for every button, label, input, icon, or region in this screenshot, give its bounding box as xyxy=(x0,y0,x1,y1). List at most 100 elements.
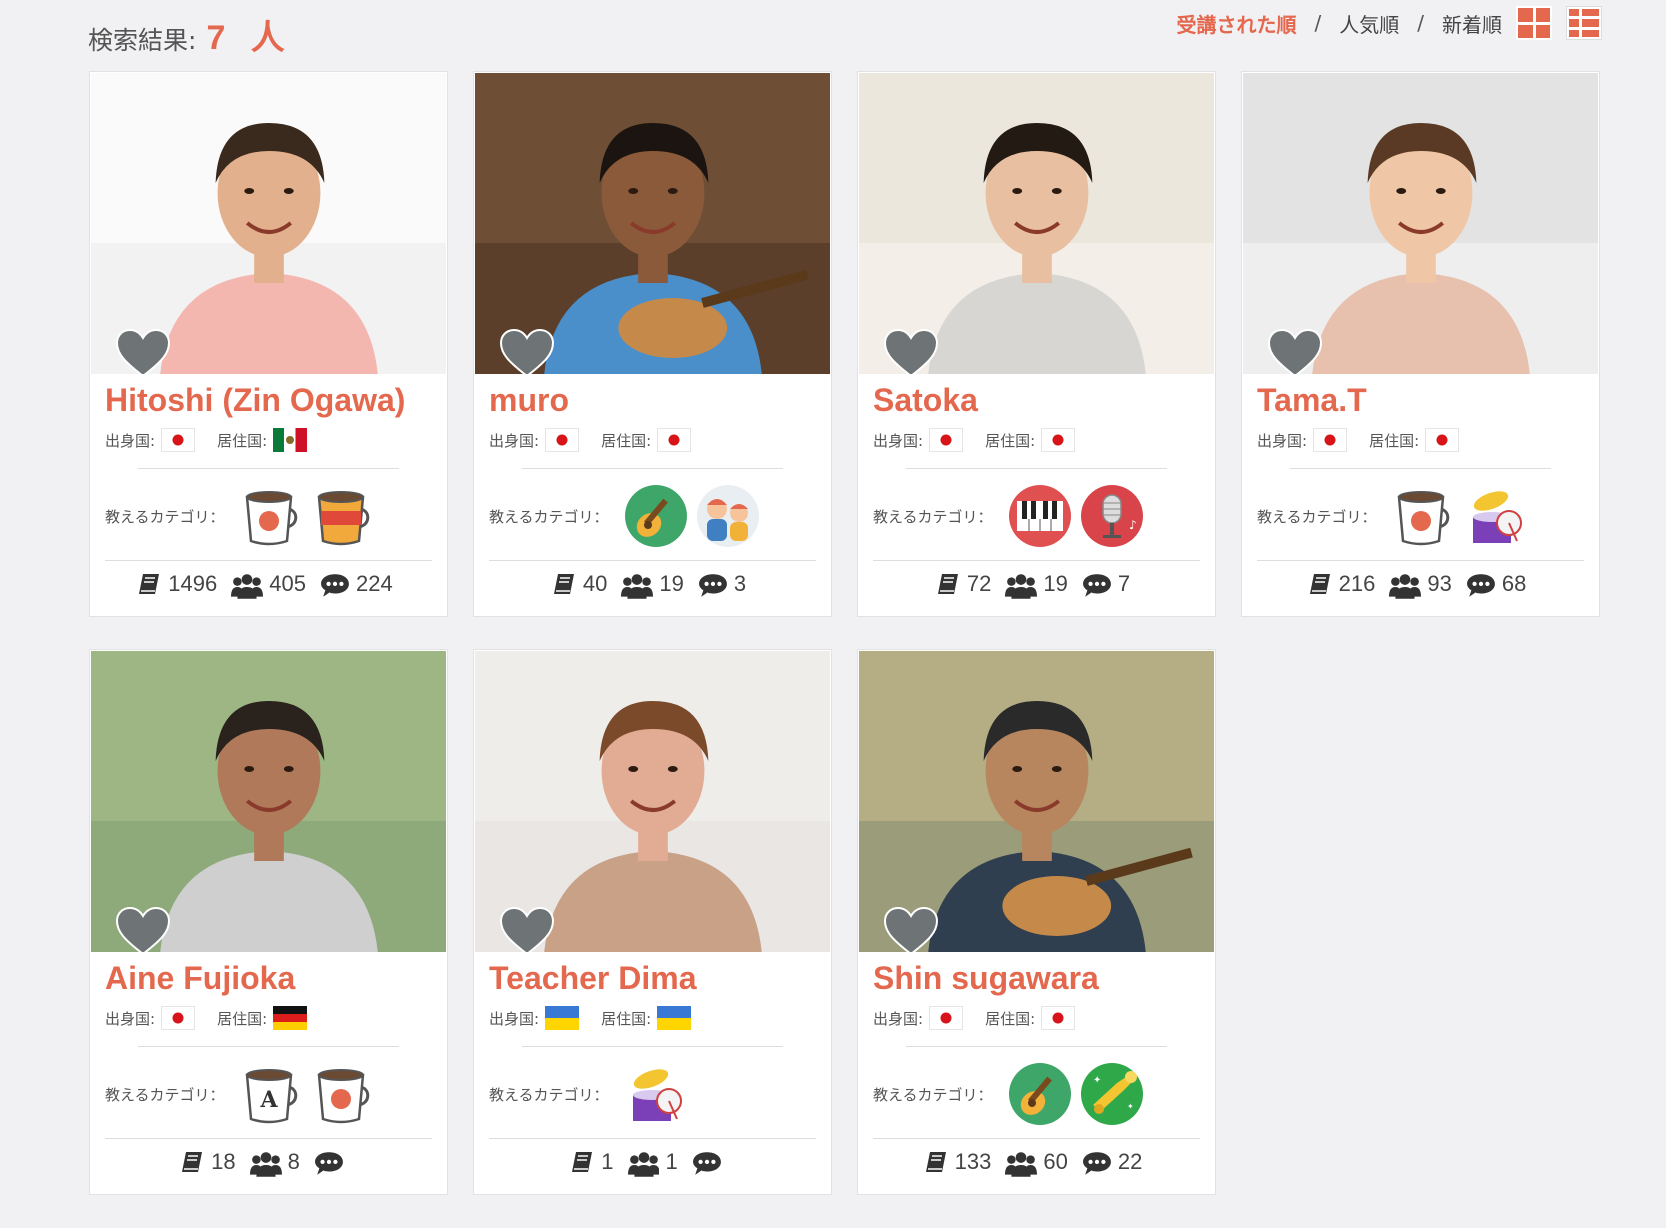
students-users-icon xyxy=(1389,571,1422,599)
origin-label: 出身国: xyxy=(105,1009,156,1028)
teacher-photo[interactable] xyxy=(91,73,446,374)
favorite-heart-icon[interactable] xyxy=(115,906,171,952)
divider xyxy=(1257,560,1584,561)
teacher-name[interactable]: Shin sugawara xyxy=(873,960,1200,997)
teacher-photo[interactable] xyxy=(475,651,830,952)
lessons-count: 40 xyxy=(582,571,608,596)
lessons-book-icon xyxy=(179,1149,205,1175)
students-count: 8 xyxy=(287,1149,300,1174)
sort-popular-link[interactable]: 人気順 xyxy=(1339,9,1399,38)
svg-text:✦: ✦ xyxy=(1127,1102,1134,1111)
teacher-photo[interactable] xyxy=(1243,73,1598,374)
lessons-book-icon xyxy=(569,1149,595,1175)
teaching-categories: 教えるカテゴリ： xyxy=(105,477,432,555)
favorite-heart-icon[interactable] xyxy=(499,328,555,374)
teacher-name[interactable]: Tama.T xyxy=(1257,382,1584,419)
categories-label: 教えるカテゴリ： xyxy=(105,507,225,526)
teacher-photo[interactable] xyxy=(91,651,446,952)
teacher-stats: 72 19 7 xyxy=(858,571,1215,599)
students-count: 1 xyxy=(665,1149,678,1174)
residence-label: 居住国: xyxy=(1369,431,1420,450)
japan-flag-icon xyxy=(545,428,580,452)
results-toolbar: 検索結果: 7 人 受講された順 / 人気順 / 新着順 xyxy=(88,0,1602,57)
reviews-chat-icon xyxy=(314,1149,344,1175)
divider xyxy=(873,560,1200,561)
divider xyxy=(906,468,1167,469)
categories-label: 教えるカテゴリ： xyxy=(489,507,609,526)
sort-newest-link[interactable]: 新着順 xyxy=(1442,9,1502,38)
teacher-card[interactable]: Tama.T 出身国: 居住国: 教えるカテゴリ： 216 93 68 xyxy=(1241,71,1600,617)
divider xyxy=(873,1138,1200,1139)
teacher-card[interactable]: Teacher Dima 出身国: 居住国: 教えるカテゴリ： 1 1 xyxy=(473,649,832,1195)
japan-flag-icon xyxy=(1041,428,1076,452)
reviews-chat-icon xyxy=(1466,571,1496,597)
guitar-icon xyxy=(1007,1061,1073,1127)
country-info: 出身国: 居住国: xyxy=(873,425,1200,455)
ukraine-flag-icon xyxy=(657,1006,692,1030)
teacher-name[interactable]: Teacher Dima xyxy=(489,960,816,997)
drums-icon xyxy=(623,1061,689,1127)
teacher-name[interactable]: muro xyxy=(489,382,816,419)
japan-flag-icon xyxy=(657,428,692,452)
students-count: 405 xyxy=(269,571,306,596)
reviews-chat-icon xyxy=(320,571,350,597)
teacher-card[interactable]: Hitoshi (Zin Ogawa) 出身国: 居住国: 教えるカテゴリ： 1496 4… xyxy=(89,71,448,617)
reviews-count: 68 xyxy=(1501,571,1527,596)
teacher-stats: 11 xyxy=(474,1149,831,1177)
grid-view-icon[interactable] xyxy=(1516,6,1552,40)
students-count: 19 xyxy=(659,571,684,596)
ukraine-flag-icon xyxy=(545,1006,580,1030)
sort-options: 受講された順 / 人気順 / 新着順 xyxy=(1177,6,1602,40)
kids-icon xyxy=(695,483,761,549)
teacher-photo[interactable] xyxy=(475,73,830,374)
teacher-name[interactable]: Satoka xyxy=(873,382,1200,419)
reviews-count: 224 xyxy=(355,571,393,596)
categories-label: 教えるカテゴリ： xyxy=(1257,507,1377,526)
teaching-categories: 教えるカテゴリ： ♪ xyxy=(873,477,1200,555)
teacher-photo[interactable] xyxy=(859,73,1214,374)
categories-label: 教えるカテゴリ： xyxy=(489,1085,609,1104)
favorite-heart-icon[interactable] xyxy=(1267,328,1323,374)
origin-label: 出身国: xyxy=(489,1009,540,1028)
categories-label: 教えるカテゴリ： xyxy=(873,507,993,526)
sort-most-taken-link[interactable]: 受講された順 xyxy=(1177,9,1297,38)
divider xyxy=(105,560,432,561)
categories-label: 教えるカテゴリ： xyxy=(873,1085,993,1104)
teacher-name[interactable]: Hitoshi (Zin Ogawa) xyxy=(105,382,432,419)
teacher-stats: 133 60 22 xyxy=(858,1149,1215,1177)
reviews-count: 3 xyxy=(733,571,747,596)
origin-label: 出身国: xyxy=(873,431,924,450)
divider xyxy=(138,1046,399,1047)
mexico-flag-icon xyxy=(273,428,308,452)
residence-label: 居住国: xyxy=(601,431,652,450)
teacher-card[interactable]: muro 出身国: 居住国: 教えるカテゴリ： 40 19 3 xyxy=(473,71,832,617)
lessons-book-icon xyxy=(1307,571,1333,597)
favorite-heart-icon[interactable] xyxy=(499,906,555,952)
favorite-heart-icon[interactable] xyxy=(883,906,939,952)
drums-icon xyxy=(1463,483,1529,549)
teacher-stats: 40 19 3 xyxy=(474,571,831,599)
lessons-book-icon xyxy=(136,571,162,597)
japan-flag-icon xyxy=(1425,428,1460,452)
teacher-card[interactable]: Shin sugawara 出身国: 居住国: 教えるカテゴリ： ✦ ✦ 133 60 22 xyxy=(857,649,1216,1195)
japan-flag-icon xyxy=(161,428,196,452)
favorite-heart-icon[interactable] xyxy=(115,328,171,374)
teacher-name[interactable]: Aine Fujioka xyxy=(105,960,432,997)
japan-flag-icon xyxy=(929,1006,964,1030)
origin-label: 出身国: xyxy=(105,431,156,450)
teacher-photo[interactable] xyxy=(859,651,1214,952)
teacher-stats: 18 8 xyxy=(90,1149,447,1177)
residence-label: 居住国: xyxy=(985,431,1036,450)
svg-text:♪: ♪ xyxy=(1129,518,1137,532)
favorite-heart-icon[interactable] xyxy=(883,328,939,374)
teacher-card[interactable]: Aine Fujioka 出身国: 居住国: 教えるカテゴリ： A 18 8 xyxy=(89,649,448,1195)
japanese-tea-cup-icon xyxy=(239,483,305,549)
list-view-icon[interactable] xyxy=(1566,6,1602,40)
residence-label: 居住国: xyxy=(217,1009,268,1028)
teacher-stats: 216 93 68 xyxy=(1242,571,1599,599)
teaching-categories: 教えるカテゴリ： xyxy=(489,477,816,555)
residence-label: 居住国: xyxy=(601,1009,652,1028)
country-info: 出身国: 居住国: xyxy=(105,1003,432,1033)
teacher-card[interactable]: Satoka 出身国: 居住国: 教えるカテゴリ： ♪ 72 19 7 xyxy=(857,71,1216,617)
sort-separator: / xyxy=(1417,11,1424,35)
